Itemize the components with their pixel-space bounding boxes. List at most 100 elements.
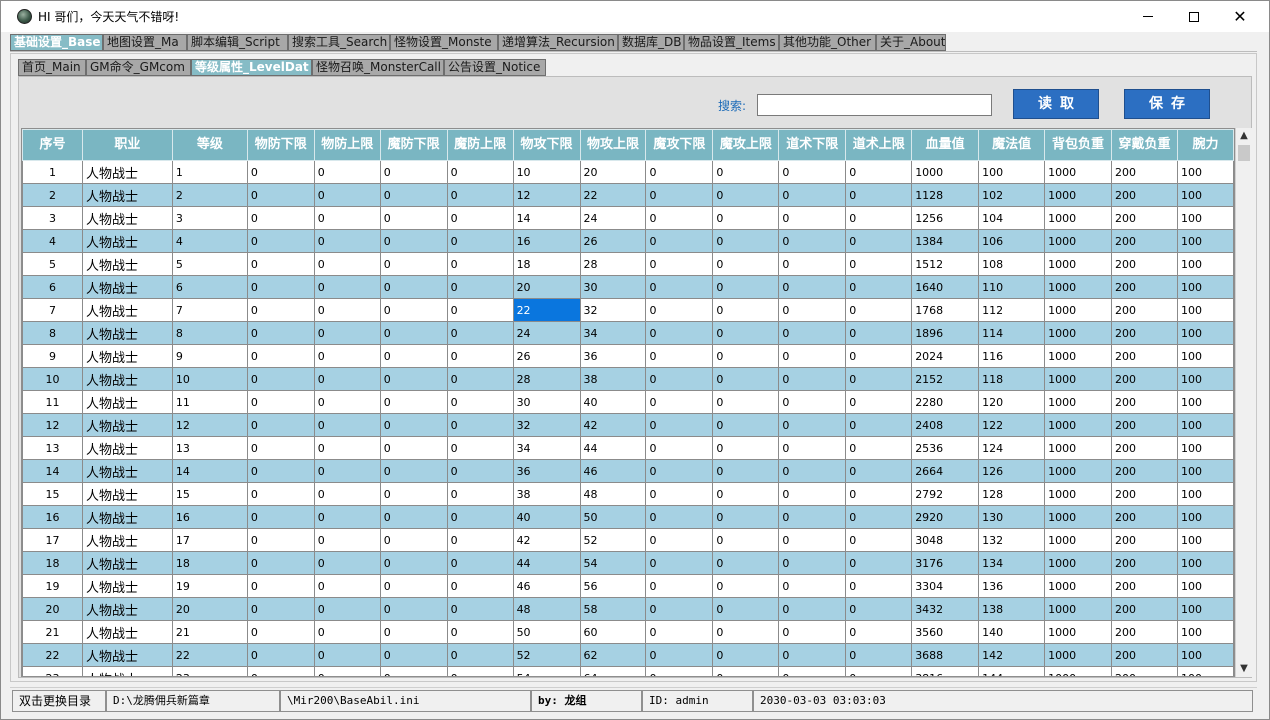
table-cell[interactable]: 0 <box>778 229 847 253</box>
table-row[interactable]: 9 人物战士 9 0 0 0 0 26 36 0 0 0 0 2024 116 1000 200 100 <box>22 344 1234 368</box>
table-cell[interactable]: 26 <box>512 344 581 368</box>
table-cell[interactable]: 0 <box>246 206 315 230</box>
table-cell[interactable]: 200 <box>1111 574 1178 598</box>
table-cell[interactable]: 24 <box>579 206 647 230</box>
table-cell[interactable]: 0 <box>246 344 315 368</box>
table-cell[interactable]: 0 <box>712 482 780 506</box>
table-row[interactable]: 6 人物战士 6 0 0 0 0 20 30 0 0 0 0 1640 110 1000 200 100 <box>22 275 1234 299</box>
table-cell[interactable]: 3 <box>171 206 248 230</box>
table-cell[interactable]: 0 <box>313 183 381 207</box>
table-cell[interactable]: 34 <box>512 436 581 460</box>
table-cell[interactable]: 0 <box>778 183 847 207</box>
table-cell[interactable]: 0 <box>446 459 514 483</box>
table-cell[interactable]: 0 <box>778 482 847 506</box>
table-cell[interactable]: 0 <box>246 436 315 460</box>
table-cell[interactable]: 1384 <box>911 229 980 253</box>
table-cell[interactable]: 54 <box>579 551 647 575</box>
table-cell[interactable]: 1128 <box>911 183 980 207</box>
table-cell[interactable]: 50 <box>512 620 581 644</box>
table-cell[interactable]: 0 <box>645 344 714 368</box>
table-cell[interactable]: 0 <box>379 298 448 322</box>
table-cell[interactable]: 0 <box>446 666 514 676</box>
column-header[interactable]: 等级 <box>171 129 248 161</box>
table-cell[interactable]: 104 <box>978 206 1046 230</box>
table-cell[interactable]: 0 <box>379 436 448 460</box>
table-cell[interactable]: 0 <box>379 252 448 276</box>
table-cell[interactable]: 26 <box>579 229 647 253</box>
table-cell[interactable]: 0 <box>778 666 847 676</box>
table-cell[interactable]: 0 <box>645 390 714 414</box>
table-cell[interactable]: 0 <box>778 528 847 552</box>
tab-main[interactable]: 首页_Main <box>18 59 86 76</box>
table-cell[interactable]: 22 <box>171 643 248 667</box>
table-cell[interactable]: 200 <box>1111 275 1178 299</box>
table-cell[interactable]: 118 <box>978 367 1046 391</box>
table-cell[interactable]: 人物战士 <box>81 252 173 276</box>
table-cell[interactable]: 0 <box>379 275 448 299</box>
table-cell[interactable]: 48 <box>579 482 647 506</box>
table-cell[interactable]: 2024 <box>911 344 980 368</box>
table-cell[interactable]: 1000 <box>1044 390 1113 414</box>
table-cell[interactable]: 人物战士 <box>81 436 173 460</box>
table-cell[interactable]: 44 <box>579 436 647 460</box>
table-cell[interactable]: 3176 <box>911 551 980 575</box>
table-cell[interactable]: 46 <box>579 459 647 483</box>
table-cell[interactable]: 200 <box>1111 160 1178 184</box>
table-cell[interactable]: 0 <box>645 597 714 621</box>
tab-items[interactable]: 物品设置_Items <box>684 34 779 51</box>
table-cell[interactable]: 0 <box>645 183 714 207</box>
table-row[interactable]: 22 人物战士 22 0 0 0 0 52 62 0 0 0 0 3688 142 1000 200 100 <box>22 643 1234 667</box>
table-row[interactable]: 5 人物战士 5 0 0 0 0 18 28 0 0 0 0 1512 108 1000 200 100 <box>22 252 1234 276</box>
tab-notice[interactable]: 公告设置_Notice <box>444 59 546 76</box>
tab-about[interactable]: 关于_About <box>876 34 946 51</box>
table-cell[interactable]: 100 <box>1176 551 1234 575</box>
table-cell[interactable]: 2408 <box>911 413 980 437</box>
table-cell[interactable]: 0 <box>712 367 780 391</box>
table-cell[interactable]: 20 <box>579 160 647 184</box>
table-cell[interactable]: 126 <box>978 459 1046 483</box>
table-cell[interactable]: 人物战士 <box>81 160 173 184</box>
table-cell[interactable]: 人物战士 <box>81 229 173 253</box>
table-cell[interactable]: 1000 <box>1044 321 1113 345</box>
table-cell[interactable]: 1000 <box>1044 160 1113 184</box>
table-cell[interactable]: 0 <box>246 321 315 345</box>
table-cell[interactable]: 100 <box>1176 321 1234 345</box>
table-cell[interactable]: 8 <box>171 321 248 345</box>
table-cell[interactable]: 0 <box>645 229 714 253</box>
table-cell[interactable]: 0 <box>778 367 847 391</box>
table-cell[interactable]: 0 <box>845 229 913 253</box>
table-cell[interactable]: 0 <box>379 367 448 391</box>
table-cell[interactable]: 122 <box>978 413 1046 437</box>
table-cell[interactable]: 32 <box>579 298 647 322</box>
table-cell[interactable]: 1 <box>171 160 248 184</box>
table-cell[interactable]: 36 <box>579 344 647 368</box>
table-cell[interactable]: 0 <box>645 551 714 575</box>
table-cell[interactable]: 1000 <box>1044 620 1113 644</box>
table-cell[interactable]: 0 <box>446 574 514 598</box>
table-cell[interactable]: 0 <box>246 505 315 529</box>
table-cell[interactable]: 10 <box>512 160 581 184</box>
table-cell[interactable]: 32 <box>512 413 581 437</box>
table-cell[interactable]: 28 <box>512 367 581 391</box>
table-cell[interactable]: 1768 <box>911 298 980 322</box>
table-cell[interactable]: 200 <box>1111 551 1178 575</box>
table-cell[interactable]: 0 <box>246 275 315 299</box>
table-cell[interactable]: 200 <box>1111 344 1178 368</box>
table-row[interactable]: 18 人物战士 18 0 0 0 0 44 54 0 0 0 0 3176 134 1000 200 100 <box>22 551 1234 575</box>
table-cell[interactable]: 136 <box>978 574 1046 598</box>
table-cell[interactable]: 3048 <box>911 528 980 552</box>
table-cell[interactable]: 22 <box>579 183 647 207</box>
table-cell[interactable]: 0 <box>645 482 714 506</box>
table-cell[interactable]: 18 <box>512 252 581 276</box>
table-cell[interactable]: 20 <box>171 597 248 621</box>
table-cell[interactable]: 0 <box>246 528 315 552</box>
table-cell[interactable]: 0 <box>645 459 714 483</box>
table-cell[interactable]: 0 <box>379 505 448 529</box>
table-cell[interactable]: 0 <box>246 574 315 598</box>
table-cell[interactable]: 0 <box>313 597 381 621</box>
table-cell[interactable]: 3 <box>22 206 83 230</box>
table-cell[interactable]: 22 <box>512 298 581 322</box>
table-cell[interactable]: 15 <box>22 482 83 506</box>
table-cell[interactable]: 0 <box>712 551 780 575</box>
table-cell[interactable]: 0 <box>712 252 780 276</box>
